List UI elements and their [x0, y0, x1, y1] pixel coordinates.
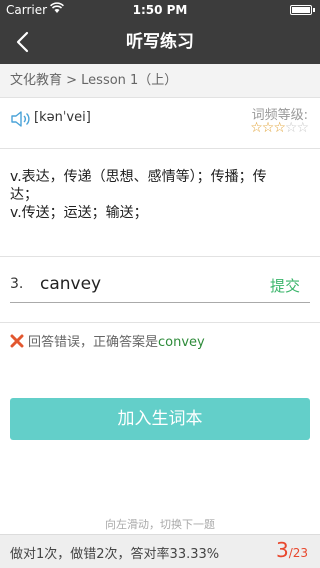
frequency-stars: ☆☆☆☆☆: [250, 120, 309, 136]
status-bar: Carrier 1:50 PM: [0, 0, 320, 20]
progress-counter: 3/23: [276, 538, 308, 562]
current-index: 3: [275, 538, 289, 562]
divider: [0, 148, 320, 149]
cross-icon: [10, 334, 24, 348]
submit-button[interactable]: 提交: [270, 275, 300, 296]
star-icon-filled: ☆: [261, 120, 275, 136]
correct-answer: convey: [158, 335, 205, 350]
star-icon-empty: ☆: [284, 120, 298, 136]
battery-cap: [313, 8, 315, 12]
navigation-bar: 听写练习: [0, 20, 320, 64]
feedback-message: 回答错误，正确答案是convey: [10, 331, 205, 350]
speaker-icon[interactable]: [10, 109, 32, 129]
answer-underline: [10, 302, 310, 303]
phonetic-text: [kənˈvei]: [34, 110, 91, 125]
divider: [0, 322, 320, 323]
chevron-left-icon: [16, 31, 29, 53]
definition-line: v.传送；运送；输送；: [10, 205, 148, 221]
question-number: 3.: [10, 276, 24, 292]
divider: [0, 256, 320, 257]
clock: 1:50 PM: [132, 3, 188, 17]
stats-text: 做对1次，做错2次，答对率33.33%: [10, 547, 220, 562]
add-to-vocabulary-button[interactable]: 加入生词本: [10, 398, 310, 440]
star-icon-empty: ☆: [296, 120, 309, 136]
breadcrumb: 文化教育 > Lesson 1（上）: [0, 64, 320, 98]
star-icon-filled: ☆: [273, 120, 286, 136]
swipe-hint: 向左滑动，切换下一题: [105, 518, 215, 531]
definition-line: v.表达，传递（思想、感情等）；传播；传: [10, 169, 267, 185]
page-title: 听写练习: [126, 32, 194, 52]
back-button[interactable]: [6, 20, 38, 64]
star-icon-filled: ☆: [250, 120, 263, 136]
battery-icon: [290, 5, 312, 15]
bottom-stats-bar: 做对1次，做错2次，答对率33.33% 3/23: [0, 534, 320, 568]
answer-input[interactable]: [40, 271, 240, 297]
answer-row: 3. 提交: [0, 264, 320, 304]
word-header: [kənˈvei] 词频等级: ☆☆☆☆☆: [0, 98, 320, 148]
definition-line: 达；: [10, 187, 38, 203]
feedback-prefix: 回答错误，正确答案是: [28, 335, 159, 350]
total-count: /23: [288, 546, 308, 560]
word-definition: v.表达，传递（思想、感情等）；传播；传 达； v.传送；运送；输送；: [10, 168, 306, 222]
